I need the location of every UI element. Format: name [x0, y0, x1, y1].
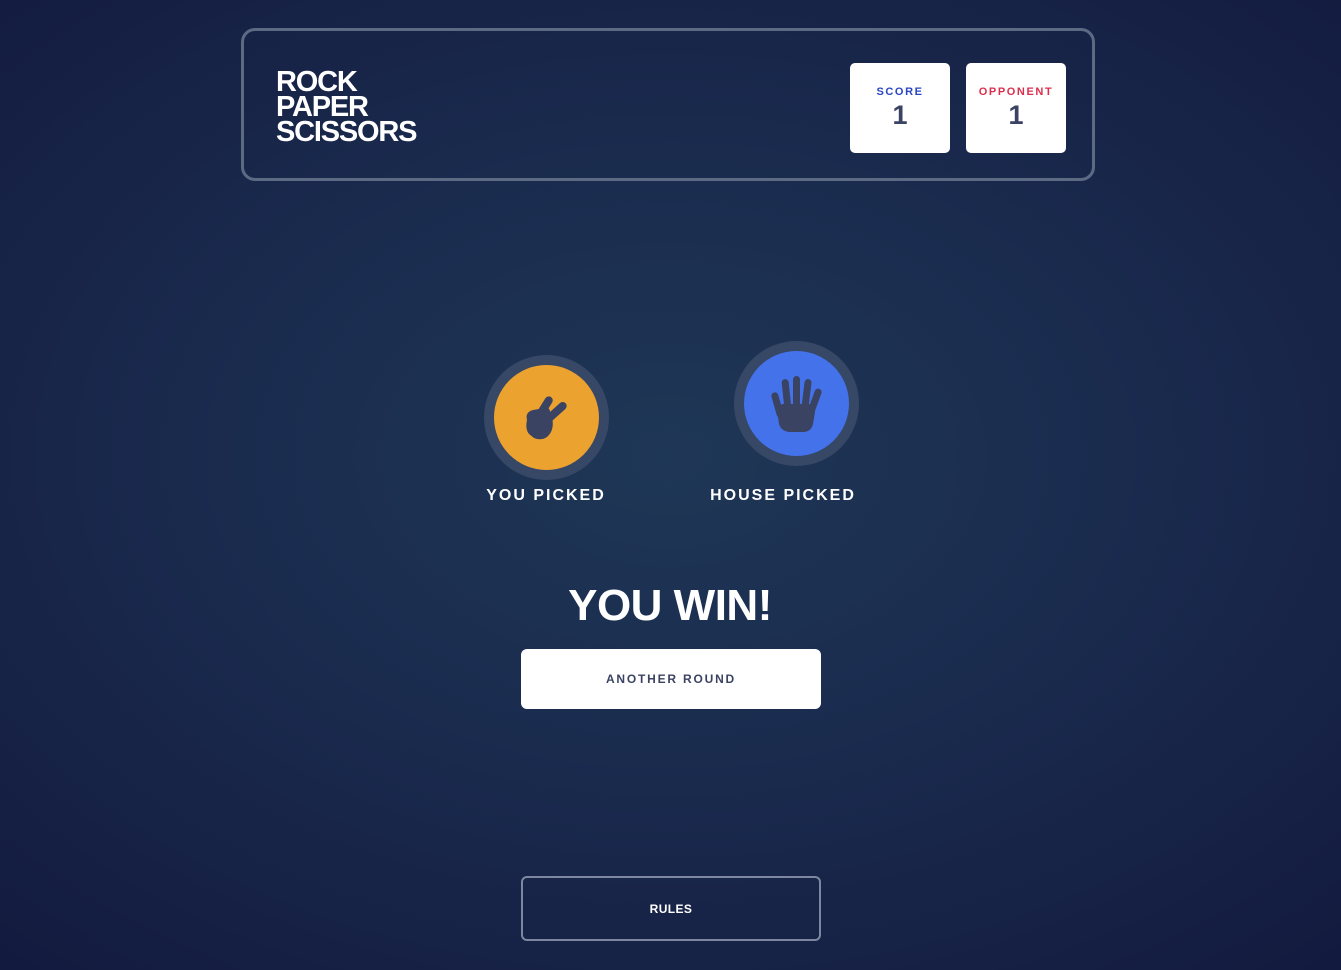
player-score-box: SCORE 1	[850, 63, 950, 153]
user-pick-token	[484, 355, 609, 480]
opponent-score-box: OPPONENT 1	[966, 63, 1066, 153]
user-pick-label: YOU PICKED	[486, 487, 606, 504]
logo-line-scissors: SCISSORS	[276, 116, 417, 148]
player-score-label: SCORE	[876, 86, 924, 98]
rules-button[interactable]: RULES	[521, 876, 821, 941]
house-pick-label: HOUSE PICKED	[710, 487, 856, 504]
house-pick-token	[734, 341, 859, 466]
game-logo: ROCK PAPER SCISSORS	[276, 68, 417, 148]
player-score-value: 1	[892, 100, 908, 130]
scissors-icon	[525, 395, 567, 439]
user-pick-circle	[494, 365, 599, 470]
paper-icon	[770, 375, 822, 432]
house-pick-circle	[744, 351, 849, 456]
another-round-button[interactable]: ANOTHER ROUND	[521, 649, 821, 709]
result-text: YOU WIN!	[568, 581, 772, 630]
game-header: ROCK PAPER SCISSORS SCORE 1 OPPONENT 1	[241, 28, 1095, 181]
opponent-score-label: OPPONENT	[978, 86, 1054, 98]
opponent-score-value: 1	[1008, 100, 1024, 130]
